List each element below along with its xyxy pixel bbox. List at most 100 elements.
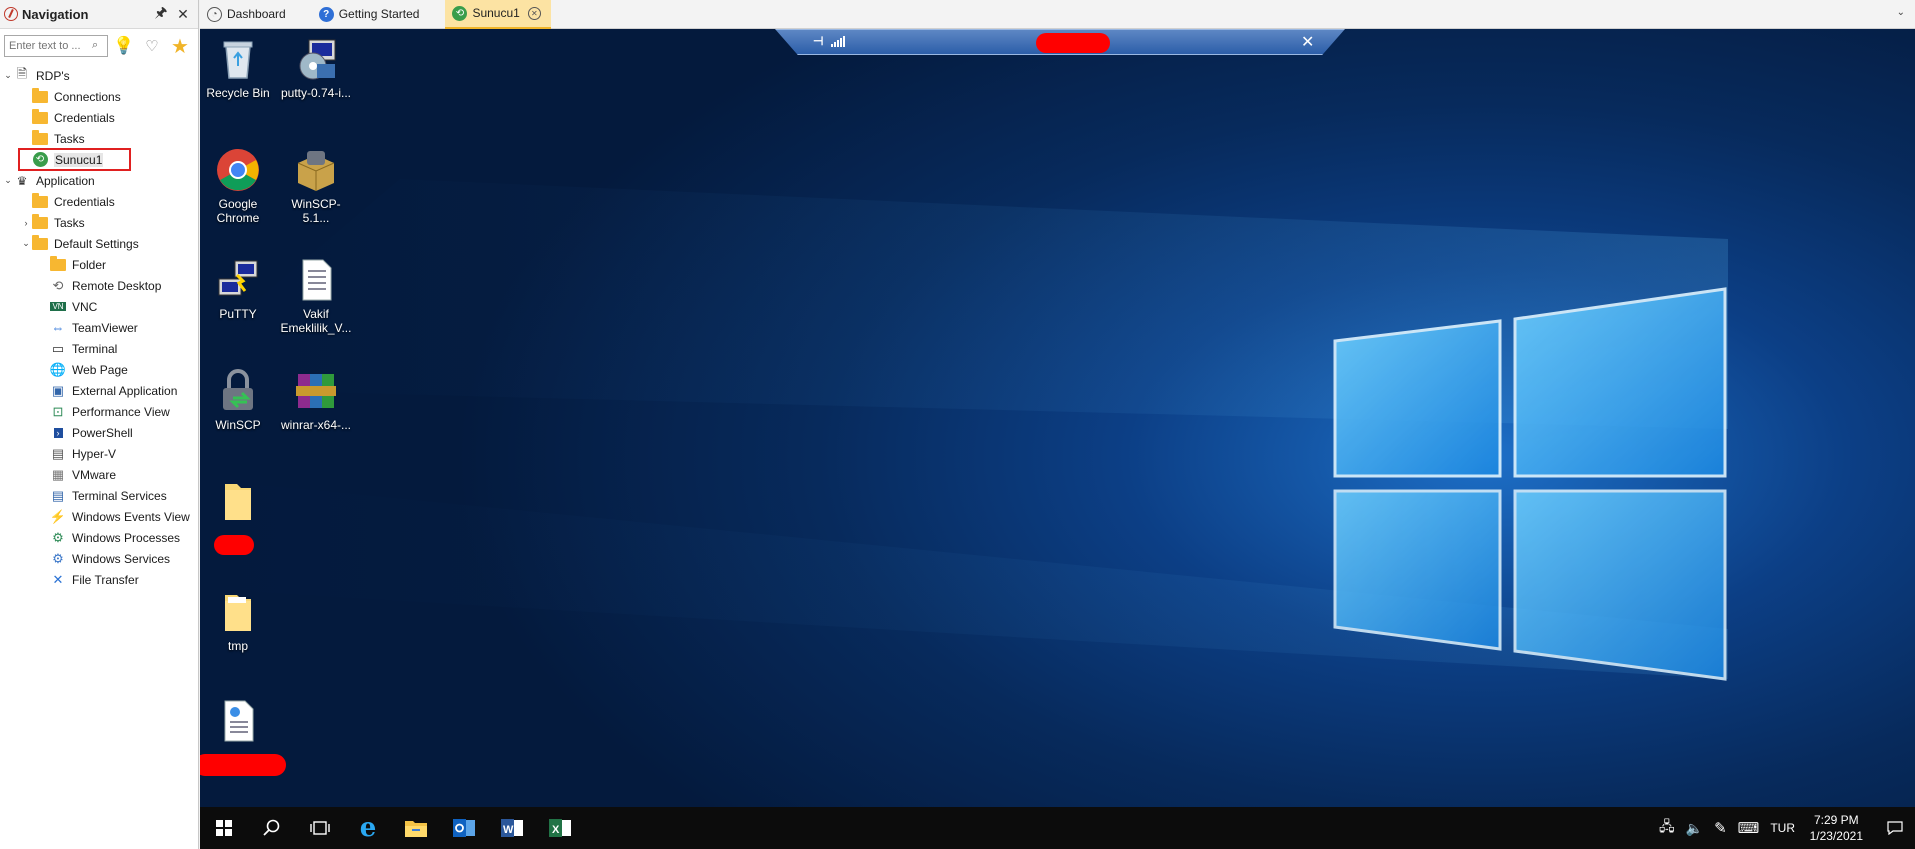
hyperv-icon: ▤ [51,445,65,461]
excel-icon[interactable]: X [536,807,584,849]
putty-icon [215,257,261,303]
tree-item-connections[interactable]: Connections [0,86,198,107]
tree-item-label: Tasks [54,215,85,230]
desktop-icon-recycle-bin[interactable]: Recycle Bin [200,36,276,100]
tree-item-windows-events-view[interactable]: ⚡ Windows Events View [0,506,198,527]
tree-item-default-settings[interactable]: ⌄ Default Settings [0,233,198,254]
clock-time: 7:29 PM [1813,813,1859,827]
remote-desktop-view[interactable]: ⊣ ✕ Recycle Bin Google Chrome PuTTY WinS… [200,29,1915,807]
tree-item-label: PowerShell [72,425,133,440]
expand-toggle-icon[interactable]: › [20,218,32,228]
tree-item-file-transfer[interactable]: ✕ File Transfer [0,569,198,590]
tree-item-performance-view[interactable]: ⊡ Performance View [0,401,198,422]
folder-icon [50,255,66,273]
tree-item-external-application[interactable]: ▣ External Application [0,380,198,401]
help-icon: ? [318,6,334,22]
word-icon[interactable]: W [488,807,536,849]
desktop-icon-winrar-installer[interactable]: winrar-x64-... [278,368,354,432]
tree-item-windows-processes[interactable]: ⚙ Windows Processes [0,527,198,548]
tree-item-application[interactable]: ⌄ ♛ Application [0,170,198,191]
desktop-icon-putty-installer[interactable]: putty-0.74-i... [278,36,354,100]
tree-item-web-page[interactable]: 🌐 Web Page [0,359,198,380]
pin-icon[interactable]: ⊣ [813,34,823,48]
tab-dashboard[interactable]: ◔ Dashboard [200,0,296,29]
tree-item-powershell[interactable]: › PowerShell [0,422,198,443]
pen-icon[interactable]: ✎ [1714,819,1727,837]
tree-item-label: Windows Events View [72,509,190,524]
tree-item-terminal-services[interactable]: ▤ Terminal Services [0,485,198,506]
tree-item-hyper-v[interactable]: ▤ Hyper-V [0,443,198,464]
pin-icon[interactable]: 🖈 [150,2,172,26]
expand-toggle-icon[interactable]: ⌄ [2,175,14,186]
navigation-search-box: ⌕ [4,35,108,57]
tree-item-rdp-s[interactable]: ⌄ 🗎 RDP's [0,65,198,86]
chevron-down-icon[interactable]: ⌄ [1897,7,1905,18]
tree-item-sunucu1[interactable]: ⟲ Sunucu1 [0,148,198,171]
lightbulb-icon[interactable]: 💡 [112,34,136,58]
desktop-icon-winscp-installer[interactable]: WinSCP-5.1... [278,147,354,225]
tab-getting-started[interactable]: ? Getting Started [312,0,430,29]
desktop-icon-putty[interactable]: PuTTY [200,257,276,321]
navigation-header: Navigation 🖈 ✕ [0,0,198,29]
tree-item-tasks[interactable]: › Tasks [0,212,198,233]
input-language[interactable]: TUR [1770,821,1795,835]
expand-toggle-icon[interactable]: ⌄ [2,70,14,81]
clock-date: 1/23/2021 [1809,829,1863,843]
rdp-connection-icon: ⟲ [452,5,468,21]
desktop-icon-label: winrar-x64-... [280,418,351,432]
desktop-icon-tmp[interactable]: tmp [200,589,276,653]
desktop-icon-vakif-document[interactable]: Vakif Emeklilik_V... [278,257,354,335]
tree-item-folder[interactable]: Folder [0,254,198,275]
network-warning-icon[interactable]: 🖧 [1659,816,1675,840]
rdp-root-icon: 🗎 [16,65,28,81]
tree-item-teamviewer[interactable]: ⇔ TeamViewer [0,317,198,338]
desktop-icon-label: WinSCP-5.1... [291,197,341,225]
folder-icon [32,87,48,105]
folder-icon [32,192,48,210]
search-icon[interactable]: ⌕ [92,39,104,51]
tree-item-label: Credentials [54,194,115,209]
search-icon[interactable] [248,807,296,849]
volume-muted-icon[interactable]: 🔈 [1686,820,1703,837]
tree-item-remote-desktop[interactable]: ⟲ Remote Desktop [0,275,198,296]
lightbulb-outline-icon[interactable]: ♡ [140,34,164,58]
favorites-star-icon[interactable]: ★ [168,34,192,58]
tree-item-label: Windows Processes [72,530,181,545]
remote-desktop-icon: ⟲ [52,277,64,293]
services-icon: ⚙ [52,550,64,566]
close-icon[interactable]: ✕ [1301,32,1314,52]
task-view-icon[interactable] [296,807,344,849]
tree-item-tasks[interactable]: Tasks [0,128,198,149]
tab-sunucu1[interactable]: ⟲ Sunucu1 ✕ [445,0,551,29]
notifications-icon[interactable] [1875,807,1915,849]
expand-toggle-icon[interactable]: ⌄ [20,238,32,249]
desktop-icon-folder-redacted[interactable] [200,478,276,528]
installer-icon [293,36,339,82]
tree-item-credentials[interactable]: Credentials [0,191,198,212]
tree-item-label: TeamViewer [72,320,138,335]
tree-item-windows-services[interactable]: ⚙ Windows Services [0,548,198,569]
tree-item-vnc[interactable]: VN VNC [0,296,198,317]
winrar-icon [293,368,339,414]
svg-text:W: W [503,824,514,836]
file-explorer-icon[interactable] [392,807,440,849]
system-tray: 🖧 🔈 ✎ ⌨ TUR [1659,807,1795,849]
tree-item-credentials[interactable]: Credentials [0,107,198,128]
tree-item-vmware[interactable]: ▦ VMware [0,464,198,485]
desktop-icon-label: Google Chrome [216,197,260,225]
tab-close-icon[interactable]: ✕ [527,6,541,20]
desktop-icon-google-chrome[interactable]: Google Chrome [200,147,276,225]
windows-start-icon[interactable] [200,807,248,849]
close-icon[interactable]: ✕ [172,6,194,23]
taskbar-clock[interactable]: 7:29 PM 1/23/2021 [1810,812,1863,844]
tree-item-label: Web Page [72,362,128,377]
desktop-icon-winscp[interactable]: WinSCP [200,368,276,432]
tab-label: Sunucu1 [472,6,520,20]
desktop-icon-web-document-redacted[interactable] [200,698,276,748]
internet-explorer-icon[interactable]: e [344,807,392,849]
tree-item-terminal[interactable]: ▭ Terminal [0,338,198,359]
keyboard-icon[interactable]: ⌨ [1738,819,1760,837]
outlook-icon[interactable] [440,807,488,849]
windows-wallpaper [200,179,1728,681]
tree-item-label: Default Settings [54,236,139,251]
